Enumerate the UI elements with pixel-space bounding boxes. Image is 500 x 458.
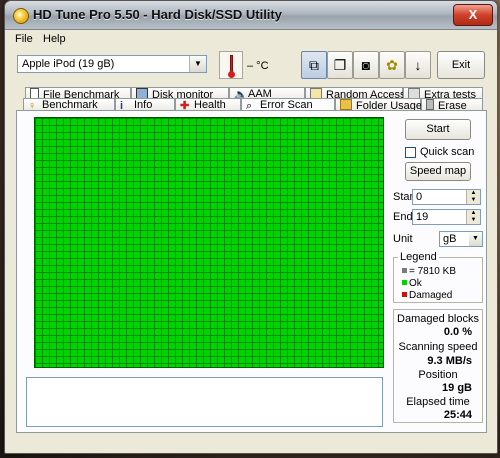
camera-icon: ◙: [361, 57, 371, 73]
health-cross-icon: ✚: [180, 100, 190, 112]
spin-up-icon[interactable]: ▲: [466, 190, 480, 197]
thermometer-icon: [219, 51, 243, 79]
legend-group: Legend = 7810 KB Ok Damaged: [393, 251, 483, 303]
legend-block-size-text: = 7810 KB: [409, 266, 456, 277]
drive-select-value: Apple iPod (19 gB): [22, 58, 115, 70]
spin-down-icon[interactable]: ▼: [466, 197, 480, 204]
end-value: 19: [416, 211, 429, 223]
scanning-speed-label: Scanning speed: [398, 341, 478, 353]
block-swatch-icon: [402, 268, 407, 273]
chevron-down-icon[interactable]: ▼: [469, 232, 482, 246]
arrow-down-icon: ↓: [414, 57, 422, 73]
screenshot-button[interactable]: ◙: [353, 51, 379, 79]
erase-icon: [426, 99, 434, 110]
unit-label: Unit: [393, 233, 413, 245]
exit-button[interactable]: Exit: [437, 51, 485, 79]
temperature-readout: – °C: [247, 60, 269, 72]
folder-icon: [340, 99, 352, 110]
stats-group: Damaged blocks 0.0 % Scanning speed 9.3 …: [393, 309, 483, 423]
menu-help[interactable]: Help: [43, 33, 66, 45]
scan-controls: Start Quick scan Speed map Start 0 ▲ ▼ E…: [393, 111, 483, 431]
scan-log-box[interactable]: [26, 377, 383, 427]
legend-title: Legend: [398, 251, 439, 263]
damaged-blocks-label: Damaged blocks: [397, 313, 479, 325]
spin-up-icon[interactable]: ▲: [466, 210, 480, 217]
close-button[interactable]: X: [453, 4, 493, 26]
info-icon: i: [120, 100, 124, 112]
magnifier-icon: ⌕: [246, 100, 253, 112]
legend-block-size: = 7810 KB: [402, 266, 456, 277]
unit-select[interactable]: gB ▼: [439, 231, 483, 247]
options-icon: ✿: [386, 57, 398, 73]
menu-file[interactable]: File: [15, 33, 33, 45]
speed-map-button[interactable]: Speed map: [405, 162, 471, 181]
drive-select[interactable]: Apple iPod (19 gB) ▼: [17, 55, 207, 73]
elapsed-time-label: Elapsed time: [406, 396, 470, 408]
damaged-swatch-icon: [402, 292, 407, 297]
legend-damaged-text: Damaged: [409, 290, 453, 301]
speaker-icon: 🔈: [234, 89, 248, 101]
toolbar: Apple iPod (19 gB) ▼ – °C ⧉ ❐ ◙ ✿ ↓ Exit: [5, 49, 497, 83]
legend-damaged: Damaged: [402, 290, 452, 301]
ok-swatch-icon: [402, 280, 407, 285]
copy-all-icon: ❐: [333, 57, 347, 73]
start-spinner[interactable]: 0 ▲ ▼: [412, 189, 481, 205]
start-scan-button[interactable]: Start: [405, 119, 471, 140]
end-spinner[interactable]: 19 ▲ ▼: [412, 209, 481, 225]
legend-ok: Ok: [402, 278, 422, 289]
options-button[interactable]: ✿: [379, 51, 405, 79]
menu-file-label: File: [15, 33, 33, 45]
error-scan-block-map: [34, 117, 384, 368]
app-window: HD Tune Pro 5.50 - Hard Disk/SSD Utility…: [4, 0, 498, 454]
hdtune-app-icon: [13, 8, 29, 24]
position-label: Position: [418, 369, 458, 381]
quick-scan-label: Quick scan: [420, 146, 475, 158]
unit-value: gB: [443, 233, 457, 245]
save-button[interactable]: ↓: [405, 51, 431, 79]
copy-all-button[interactable]: ❐: [327, 51, 353, 79]
scanning-speed-value: 9.3 MB/s: [427, 355, 472, 367]
legend-ok-text: Ok: [409, 278, 422, 289]
benchmark-icon: ♀: [28, 100, 37, 112]
elapsed-time-value: 25:44: [443, 409, 472, 421]
menu-bar: File Help: [5, 30, 497, 48]
damaged-blocks-value: 0.0 %: [443, 326, 472, 338]
title-bar[interactable]: HD Tune Pro 5.50 - Hard Disk/SSD Utility…: [5, 1, 497, 30]
copy-icon: ⧉: [309, 57, 319, 73]
start-value: 0: [416, 191, 423, 203]
spin-down-icon[interactable]: ▼: [466, 217, 480, 224]
quick-scan-checkbox[interactable]: [405, 147, 416, 158]
error-scan-panel: Start Quick scan Speed map Start 0 ▲ ▼ E…: [16, 110, 487, 433]
position-value: 19 gB: [442, 382, 472, 394]
chevron-down-icon[interactable]: ▼: [189, 56, 206, 72]
menu-help-label: Help: [43, 33, 66, 45]
window-title: HD Tune Pro 5.50 - Hard Disk/SSD Utility: [33, 7, 282, 22]
end-label: End: [393, 211, 413, 223]
copy-info-button[interactable]: ⧉: [301, 51, 327, 79]
